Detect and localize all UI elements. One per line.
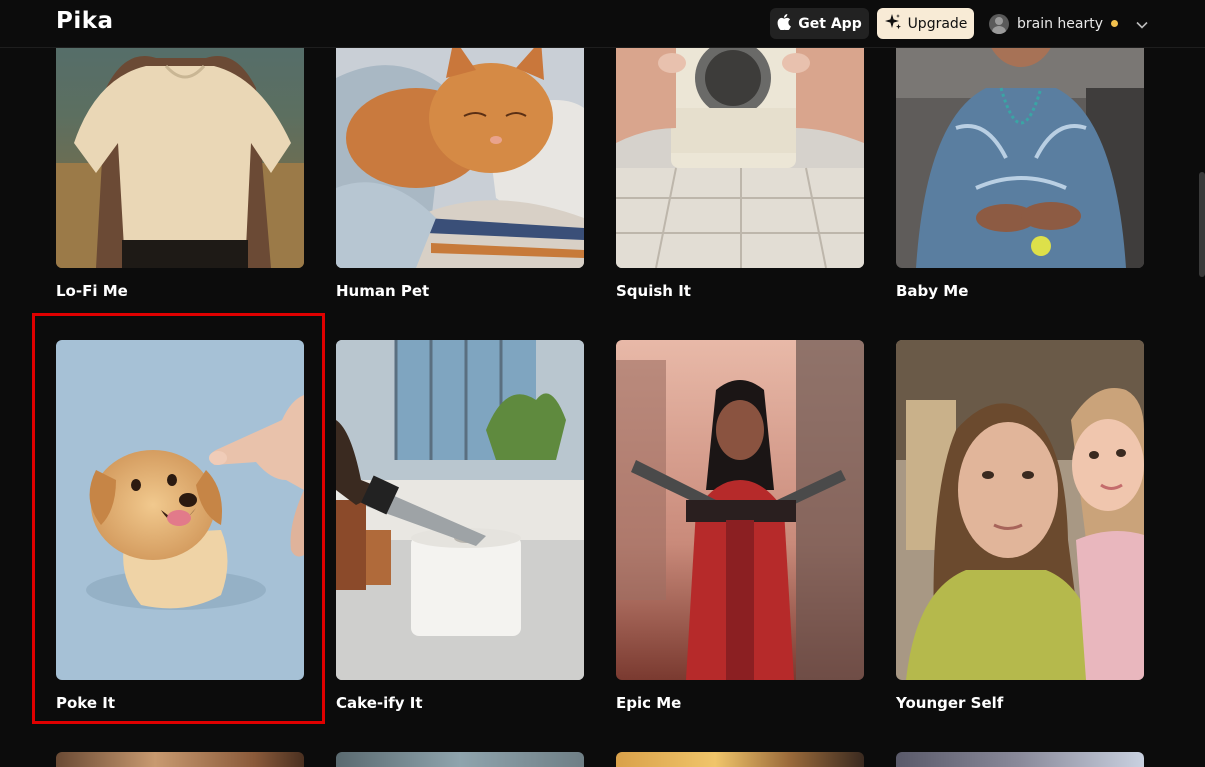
effect-title: Baby Me <box>896 282 969 300</box>
scrollbar-thumb[interactable] <box>1199 172 1205 277</box>
effect-thumbnail[interactable] <box>336 752 584 767</box>
effect-thumbnail[interactable] <box>616 340 864 680</box>
chevron-down-icon[interactable] <box>1136 14 1148 33</box>
avatar-icon <box>989 13 1009 34</box>
sparkle-icon <box>884 13 902 35</box>
top-bar: Pika Get App Upgrade brain hearty <box>0 0 1205 48</box>
apple-icon <box>777 13 792 34</box>
page: Pika Get App Upgrade brain hearty Lo-Fi … <box>0 0 1205 767</box>
username: brain hearty <box>1017 15 1104 32</box>
get-app-button[interactable]: Get App <box>770 8 869 39</box>
effect-thumbnail[interactable] <box>56 340 304 680</box>
effect-title: Cake-ify It <box>336 694 423 712</box>
upgrade-button[interactable]: Upgrade <box>877 8 974 39</box>
status-dot <box>1111 20 1119 27</box>
effect-thumbnail[interactable] <box>616 752 864 767</box>
pika-logo[interactable]: Pika <box>56 8 114 34</box>
effect-thumbnail[interactable] <box>56 752 304 767</box>
effect-title: Younger Self <box>896 694 1004 712</box>
effect-thumbnail[interactable] <box>336 340 584 680</box>
effect-title: Poke It <box>56 694 116 712</box>
get-app-label: Get App <box>798 15 862 32</box>
effect-thumbnail[interactable] <box>896 340 1144 680</box>
effect-thumbnail[interactable] <box>896 752 1144 767</box>
effect-title: Lo-Fi Me <box>56 282 128 300</box>
effect-title: Epic Me <box>616 694 682 712</box>
upgrade-label: Upgrade <box>907 15 968 32</box>
user-menu[interactable]: brain hearty <box>989 8 1148 39</box>
effect-title: Human Pet <box>336 282 430 300</box>
effect-title: Squish It <box>616 282 691 300</box>
